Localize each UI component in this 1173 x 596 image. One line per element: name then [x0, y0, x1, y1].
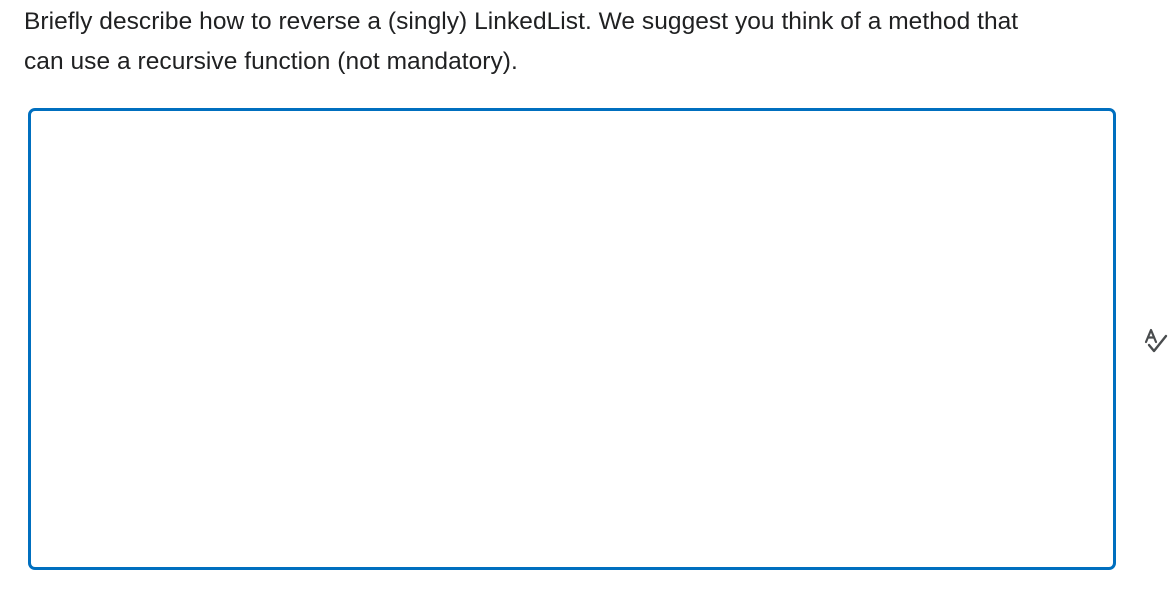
question-text: Briefly describe how to reverse a (singl… [24, 8, 1019, 75]
answer-textarea[interactable] [28, 108, 1116, 570]
spellcheck-icon[interactable] [1141, 326, 1171, 356]
spellcheck-glyph [1144, 328, 1168, 353]
